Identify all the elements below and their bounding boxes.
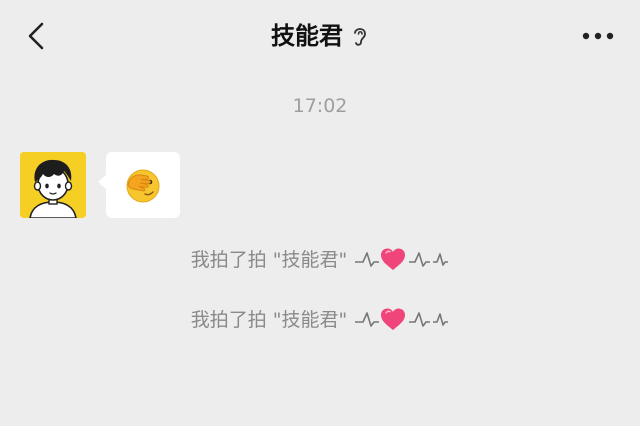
pat-notice-text: 我拍了拍 "技能君" [190,308,348,331]
title-wrap: 技能君 [0,18,640,54]
boy-avatar-icon [20,152,86,218]
heartbeat-icon [353,304,449,332]
pat-notice: 我拍了拍 "技能君" [0,303,640,333]
pat-notice-text: 我拍了拍 "技能君" [190,248,348,271]
facepalm-emoji-icon [126,169,160,203]
more-button[interactable] [578,24,618,48]
chat-header: 技能君 [0,0,640,72]
message-bubble[interactable] [98,152,180,218]
heartbeat-icon [353,244,449,272]
ear-icon [351,25,369,47]
chat-title: 技能君 [271,22,343,50]
message-timestamp: 17:02 [292,95,348,117]
pat-notice: 我拍了拍 "技能君" [0,243,640,273]
avatar[interactable] [20,152,86,218]
more-dots-icon [582,32,614,40]
